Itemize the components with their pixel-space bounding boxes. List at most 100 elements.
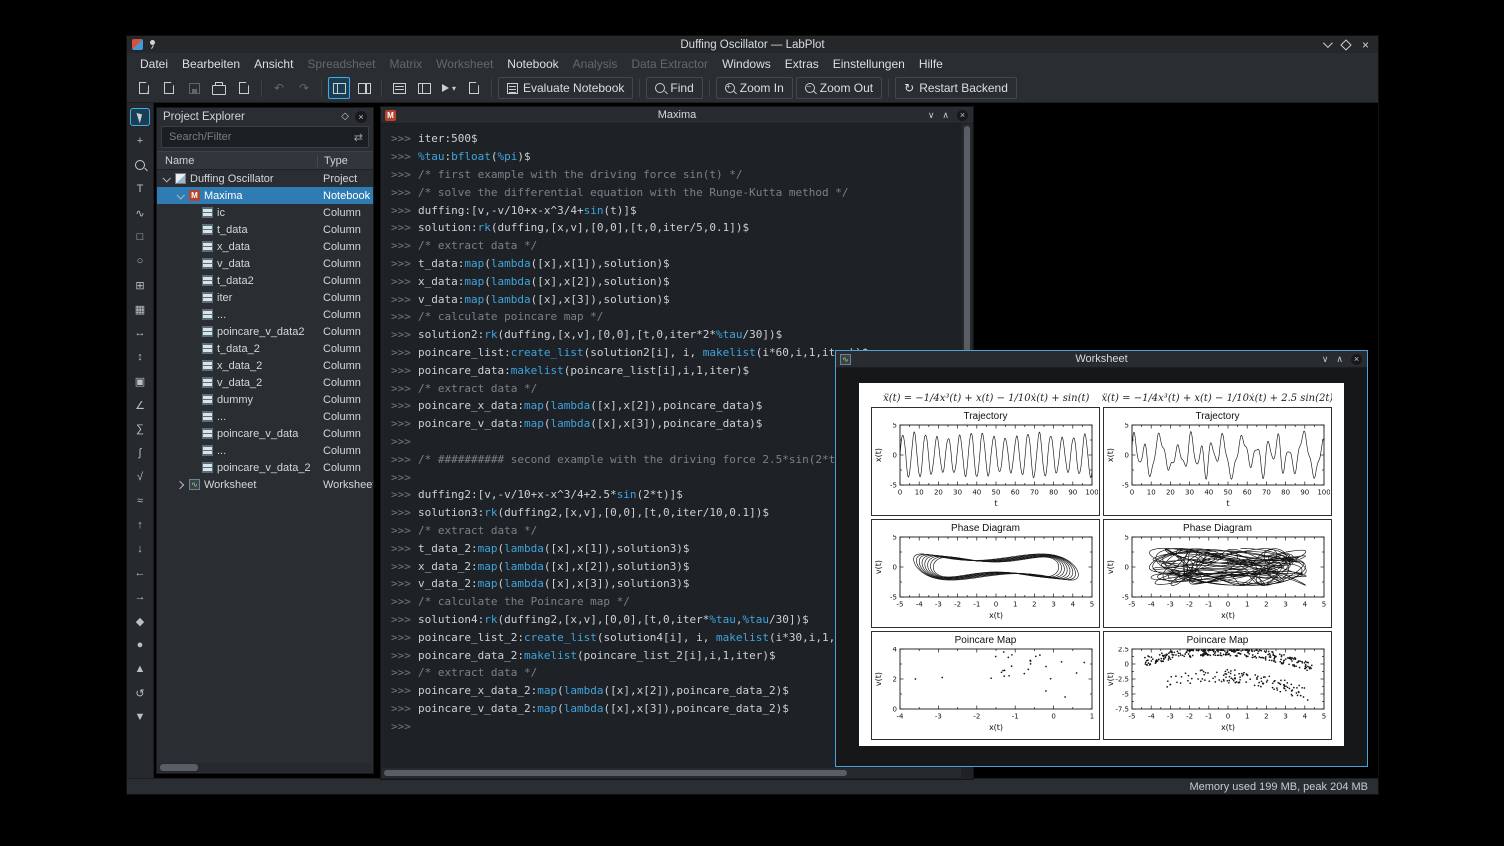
tree-row-iter[interactable]: iter Column — [157, 289, 373, 306]
tree-row--[interactable]: ... Column — [157, 408, 373, 425]
tree-row-v-data-2[interactable]: v_data_2 Column — [157, 374, 373, 391]
crosshair-icon[interactable]: + — [131, 133, 149, 149]
new-button[interactable] — [133, 77, 155, 99]
worksheet-view[interactable]: ẍ(t) = −1/4x³(t) + x(t) − 1/10ẋ(t) + sin… — [836, 368, 1367, 766]
dot-icon[interactable]: ● — [131, 637, 149, 653]
sum-icon[interactable]: ∑ — [131, 421, 149, 437]
notebook-line[interactable]: >>> /* extract data */ — [381, 237, 947, 255]
restore-icon[interactable]: ∧ — [1336, 354, 1343, 365]
redo-button[interactable]: ↷ — [293, 77, 315, 99]
close-dock-icon[interactable]: × — [355, 110, 367, 123]
close-icon[interactable]: × — [1362, 39, 1369, 51]
pin-down-icon[interactable]: ▼ — [131, 709, 149, 725]
tree-row-ic[interactable]: ic Column — [157, 204, 373, 221]
column-header-type[interactable]: Type — [317, 154, 373, 167]
expander-icon[interactable] — [162, 173, 171, 183]
approx-icon[interactable]: ≈ — [131, 493, 149, 509]
toggle-properties-explorer-button[interactable] — [353, 77, 375, 99]
cascade-windows-button[interactable] — [388, 77, 410, 99]
search-input[interactable] — [167, 130, 354, 144]
notebook-line[interactable]: >>> %tau:bfloat(%pi)$ — [381, 148, 947, 166]
tree-row--[interactable]: ... Column — [157, 442, 373, 459]
zoom-in-button[interactable]: Zoom In — [715, 77, 793, 99]
tree-row-t-data[interactable]: t_data Column — [157, 221, 373, 238]
menu-item-analysis[interactable]: Analysis — [566, 55, 625, 73]
notebook-line[interactable]: >>> solution:rk(duffing,[x,v],[0,0],[t,0,… — [381, 219, 947, 237]
tree-row-x-data[interactable]: x_data Column — [157, 238, 373, 255]
minimize-icon[interactable] — [1322, 38, 1333, 49]
angle-icon[interactable]: ∠ — [131, 397, 149, 413]
diamond-icon[interactable]: ◆ — [131, 613, 149, 629]
close-worksheet-icon[interactable]: × — [1351, 353, 1362, 365]
tree-row-t-data2[interactable]: t_data2 Column — [157, 272, 373, 289]
save-button[interactable] — [183, 77, 205, 99]
text-icon[interactable]: T — [131, 181, 149, 197]
tree-row-poincare-v-data[interactable]: poincare_v_data Column — [157, 425, 373, 442]
tile-windows-button[interactable] — [413, 77, 435, 99]
worksheet-title-bar[interactable]: Worksheet ∨ ∧ × — [836, 351, 1367, 368]
wave-icon[interactable]: ∿ — [131, 205, 149, 221]
triangle-icon[interactable]: ▲ — [131, 661, 149, 677]
tree-row-poincare-v-data2[interactable]: poincare_v_data2 Column — [157, 323, 373, 340]
menu-item-einstellungen[interactable]: Einstellungen — [826, 55, 912, 73]
menu-item-notebook[interactable]: Notebook — [500, 55, 565, 73]
menu-item-worksheet[interactable]: Worksheet — [429, 55, 500, 73]
tree-row-poincare-v-data-2[interactable]: poincare_v_data_2 Column — [157, 459, 373, 476]
h-arrows-icon[interactable]: ↔ — [131, 325, 149, 341]
menu-item-matrix[interactable]: Matrix — [382, 55, 429, 73]
menu-item-ansicht[interactable]: Ansicht — [247, 55, 300, 73]
zoom-out-button[interactable]: Zoom Out — [795, 77, 883, 99]
restart-backend-button[interactable]: ↻ Restart Backend — [895, 77, 1017, 99]
tree-column-header[interactable]: Name Type — [157, 151, 373, 170]
notebook-hscrollbar[interactable] — [382, 768, 961, 778]
panel-icon[interactable]: ▣ — [131, 373, 149, 389]
plot-traj_chaotic[interactable]: Trajectory 0 10 20 30 40 50 60 70 80 90 100 5 0 -5 t x(t… — [1103, 407, 1332, 516]
notebook-line[interactable]: >>> /* first example with the driving for… — [381, 166, 947, 184]
integral-icon[interactable]: ∫ — [131, 445, 149, 461]
print-preview-button[interactable] — [233, 77, 255, 99]
shade-icon[interactable]: ∨ — [1322, 354, 1329, 365]
notebook-line[interactable]: >>> solution2:rk(duffing,[x,v],[0,0],[t,0… — [381, 326, 947, 344]
tree-row-x-data-2[interactable]: x_data_2 Column — [157, 357, 373, 374]
tree-row-v-data[interactable]: v_data Column — [157, 255, 373, 272]
print-button[interactable] — [208, 77, 230, 99]
notebook-line[interactable]: >>> x_data:map(lambda([x],x[2]),solution)… — [381, 272, 947, 290]
plot-phase_regular[interactable]: Phase Diagram -5 -4 -3 -2 -1 0 1 2 3 4 5 5 0 -5 x(t) v(t… — [871, 519, 1100, 628]
restore-icon[interactable]: ∧ — [942, 110, 949, 121]
scrollbar-thumb[interactable] — [160, 764, 198, 771]
plot-traj_regular[interactable]: Trajectory 0 10 20 30 40 50 60 70 80 90 100 5 0 -5 t x(t… — [871, 407, 1100, 516]
menu-item-hilfe[interactable]: Hilfe — [912, 55, 950, 73]
notebook-line[interactable]: >>> iter:500$ — [381, 130, 947, 148]
pin-icon[interactable] — [148, 39, 157, 50]
menu-item-data-extractor[interactable]: Data Extractor — [624, 55, 715, 73]
column-header-name[interactable]: Name — [157, 155, 317, 167]
grid-icon[interactable]: ⊞ — [131, 277, 149, 293]
notebook-line[interactable]: >>> /* calculate poincare map */ — [381, 308, 947, 326]
rotate-icon[interactable]: ↺ — [131, 685, 149, 701]
plot-poincare_dense[interactable]: Poincare Map -5 -4 -3 -2 -1 0 1 2 3 4 5 2.5 0 -2.5 -5 -7… — [1103, 631, 1332, 740]
expander-icon[interactable] — [175, 480, 185, 489]
tree-row-worksheet[interactable]: Worksheet Worksheet — [157, 476, 373, 493]
toggle-project-explorer-button[interactable] — [328, 77, 350, 99]
export-button[interactable] — [463, 77, 485, 99]
run-dropdown-button[interactable]: ▾ — [438, 77, 460, 99]
tree-row-dummy[interactable]: dummy Column — [157, 391, 373, 408]
tree-row--[interactable]: ... Column — [157, 306, 373, 323]
expander-icon[interactable] — [176, 190, 185, 200]
cursor-icon[interactable] — [131, 109, 149, 125]
left-arrow-icon[interactable]: ← — [131, 565, 149, 581]
project-explorer-header[interactable]: Project Explorer ◇ × — [157, 108, 373, 125]
filter-icon[interactable]: ⇄ — [354, 131, 363, 144]
down-arrow-icon[interactable]: ↓ — [131, 541, 149, 557]
right-arrow-icon[interactable]: → — [131, 589, 149, 605]
title-bar[interactable]: Duffing Oscillator — LabPlot × — [127, 36, 1378, 53]
cells-icon[interactable]: ▦ — [131, 301, 149, 317]
maximize-icon[interactable] — [1340, 38, 1352, 51]
notebook-line[interactable]: >>> /* solve the differential equation wi… — [381, 183, 947, 201]
evaluate-notebook-button[interactable]: Evaluate Notebook — [498, 77, 634, 99]
plot-phase_chaotic[interactable]: Phase Diagram -5 -4 -3 -2 -1 0 1 2 3 4 5 5 0 -5 x(t) v(t… — [1103, 519, 1332, 628]
menu-item-extras[interactable]: Extras — [778, 55, 826, 73]
tree-row-maxima[interactable]: Maxima Notebook — [157, 187, 373, 204]
project-explorer-hscrollbar[interactable] — [158, 763, 372, 772]
notebook-line[interactable]: >>> v_data:map(lambda([x],x[3]),solution)… — [381, 290, 947, 308]
